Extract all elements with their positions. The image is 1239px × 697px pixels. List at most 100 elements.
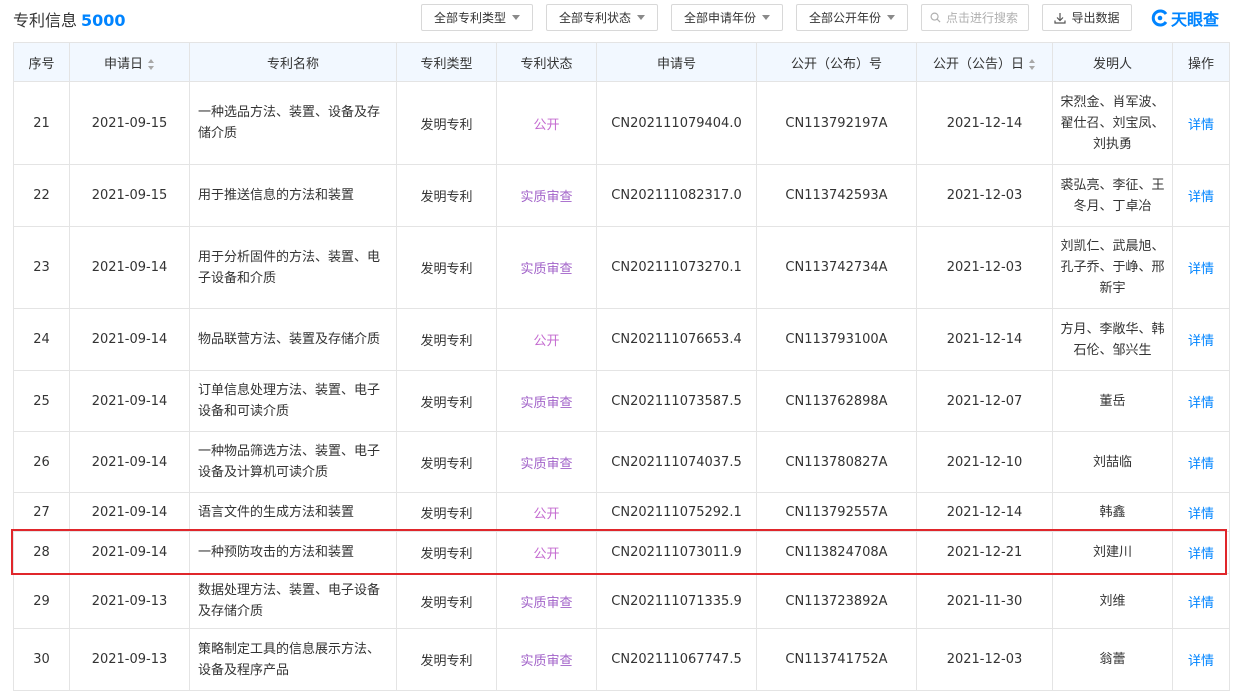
detail-link-text[interactable]: 详情 (1188, 654, 1214, 669)
col-header-label: 操作 (1187, 56, 1214, 72)
application-date-text: 2021-09-15 (91, 188, 168, 203)
filter-publication-year[interactable]: 全部公开年份 (796, 4, 908, 31)
patent-status-text: 实质审查 (520, 262, 573, 277)
cell-publication-date: 2021-11-30 (916, 573, 1053, 629)
cell-row-index: 28 (13, 531, 70, 574)
cell-patent-type: 发明专利 (396, 573, 497, 629)
row-index-text: 27 (33, 504, 50, 520)
detail-link-text[interactable]: 详情 (1188, 118, 1214, 133)
cell-detail-link[interactable]: 详情 (1172, 573, 1230, 629)
cell-publication-date: 2021-12-07 (916, 370, 1053, 432)
detail-link-text[interactable]: 详情 (1188, 262, 1214, 277)
cell-inventors: 刘凯仁、武晨旭、孔子乔、于峥、邢新宇 (1052, 226, 1173, 309)
cell-patent-name: 用于推送信息的方法和装置 (189, 164, 397, 227)
cell-detail-link[interactable]: 详情 (1172, 370, 1230, 432)
application-no-text: CN202111082317.0 (611, 188, 742, 203)
cell-detail-link[interactable]: 详情 (1172, 308, 1230, 371)
patent-type-text: 发明专利 (420, 595, 473, 611)
col-header-label: 专利名称 (266, 56, 319, 72)
detail-link-text[interactable]: 详情 (1188, 334, 1214, 349)
cell-application-no: CN202111075292.1 (596, 492, 757, 532)
export-button[interactable]: 导出数据 (1042, 4, 1132, 31)
application-no-text: CN202111074037.5 (611, 454, 742, 470)
cell-inventors: 刘维 (1052, 573, 1173, 629)
inventors-text: 方月、李敞华、韩石伦、邹兴生 (1060, 321, 1165, 358)
col-header-application-no: 申请号 (596, 42, 757, 82)
publication-no-text: CN113792557A (785, 504, 888, 520)
cell-application-no: CN202111071335.9 (596, 573, 757, 629)
cell-publication-date: 2021-12-03 (916, 226, 1053, 309)
application-date-text: 2021-09-13 (91, 652, 168, 667)
publication-date-text: 2021-12-03 (946, 260, 1023, 275)
cell-detail-link[interactable]: 详情 (1172, 492, 1230, 532)
publication-date-text: 2021-11-30 (946, 593, 1023, 609)
publication-date-text: 2021-12-03 (946, 188, 1023, 203)
filter-application-year[interactable]: 全部申请年份 (671, 4, 783, 31)
cell-application-date: 2021-09-15 (69, 81, 190, 165)
col-header-patent-name: 专利名称 (189, 42, 397, 82)
inventors-text: 刘凯仁、武晨旭、孔子乔、于峥、邢新宇 (1060, 239, 1165, 296)
cell-patent-status: 实质审查 (496, 573, 597, 629)
table-row: 25 2021-09-14 订单信息处理方法、装置、电子设备和可读介质 发明专利 实质审… (13, 370, 1230, 432)
table-row: 29 2021-09-13 数据处理方法、装置、电子设备及存储介质 发明专利 实质审查 C… (13, 573, 1230, 629)
detail-link-text[interactable]: 详情 (1188, 547, 1214, 562)
table-row: 30 2021-09-13 策略制定工具的信息展示方法、设备及程序产品 发明专利 实质审… (13, 628, 1230, 691)
sort-icon[interactable] (148, 58, 155, 70)
cell-patent-status: 实质审查 (496, 226, 597, 309)
patent-status-text: 公开 (533, 334, 560, 349)
filter-patent-status[interactable]: 全部专利状态 (546, 4, 658, 31)
detail-link-text[interactable]: 详情 (1188, 457, 1214, 472)
publication-date-text: 2021-12-14 (946, 504, 1023, 520)
application-no-text: CN202111075292.1 (611, 504, 742, 520)
cell-detail-link[interactable]: 详情 (1172, 164, 1230, 227)
cell-patent-name: 一种物品筛选方法、装置、电子设备及计算机可读介质 (189, 431, 397, 493)
cell-detail-link[interactable]: 详情 (1172, 81, 1230, 165)
patent-name-text: 一种预防攻击的方法和装置 (198, 545, 355, 560)
publication-no-text: CN113742734A (785, 260, 888, 275)
cell-application-date: 2021-09-13 (69, 628, 190, 691)
filter-patent-type[interactable]: 全部专利类型 (421, 4, 533, 31)
result-count: 5000 (81, 11, 126, 30)
cell-row-index: 24 (13, 308, 70, 371)
caret-down-icon (637, 15, 645, 20)
cell-detail-link[interactable]: 详情 (1172, 431, 1230, 493)
cell-patent-status: 实质审查 (496, 370, 597, 432)
detail-link-text[interactable]: 详情 (1188, 507, 1214, 522)
detail-link-text[interactable]: 详情 (1188, 596, 1214, 611)
cell-patent-name: 语言文件的生成方法和装置 (189, 492, 397, 532)
cell-row-index: 30 (13, 628, 70, 691)
cell-patent-type: 发明专利 (396, 531, 497, 574)
col-header-inventors: 发明人 (1052, 42, 1173, 82)
col-header-application-date[interactable]: 申请日 (69, 42, 190, 82)
table-row: 23 2021-09-14 用于分析固件的方法、装置、电子设备和介质 发明专利 实质审查… (13, 226, 1230, 309)
cell-application-no: CN202111067747.5 (596, 628, 757, 691)
patent-type-text: 发明专利 (420, 654, 473, 669)
publication-date-text: 2021-12-21 (946, 545, 1023, 560)
cell-publication-date: 2021-12-21 (916, 531, 1053, 574)
col-header-publication-date[interactable]: 公开（公告）日 (916, 42, 1053, 82)
search-input[interactable]: 点击进行搜索 (921, 4, 1029, 31)
cell-detail-link[interactable]: 详情 (1172, 226, 1230, 309)
cell-application-date: 2021-09-14 (69, 370, 190, 432)
cell-detail-link[interactable]: 详情 (1172, 531, 1230, 574)
row-index-text: 21 (33, 115, 50, 131)
col-header-patent-status: 专利状态 (496, 42, 597, 82)
sort-icon[interactable] (1029, 58, 1036, 70)
cell-detail-link[interactable]: 详情 (1172, 628, 1230, 691)
detail-link-text[interactable]: 详情 (1188, 396, 1214, 411)
cell-patent-status: 实质审查 (496, 431, 597, 493)
patent-name-text: 用于推送信息的方法和装置 (198, 188, 355, 203)
inventors-text: 刘维 (1099, 593, 1126, 609)
row-index-text: 26 (33, 454, 50, 470)
application-date-text: 2021-09-14 (91, 393, 168, 409)
cell-publication-no: CN113792197A (756, 81, 917, 165)
detail-link-text[interactable]: 详情 (1188, 190, 1214, 205)
patent-name-text: 用于分析固件的方法、装置、电子设备和介质 (198, 249, 381, 286)
cell-patent-status: 公开 (496, 531, 597, 574)
cell-patent-type: 发明专利 (396, 226, 497, 309)
patent-status-text: 公开 (533, 117, 560, 133)
cell-row-index: 23 (13, 226, 70, 309)
application-date-text: 2021-09-14 (91, 545, 168, 560)
patent-type-text: 发明专利 (420, 262, 473, 277)
caret-down-icon (887, 15, 895, 20)
